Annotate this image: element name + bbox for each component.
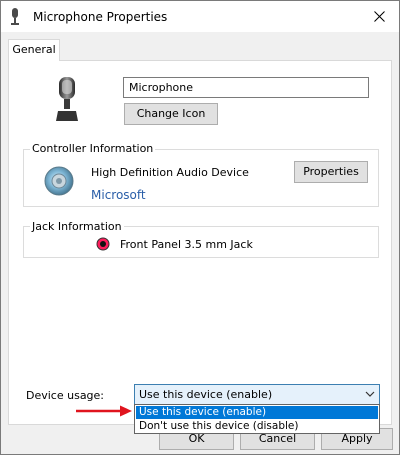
- microphone-properties-window: Microphone Properties General Change Ico…: [0, 0, 400, 455]
- tab-general[interactable]: General: [8, 39, 60, 61]
- controller-vendor-link[interactable]: Microsoft: [91, 188, 146, 202]
- device-usage-option-disable[interactable]: Don't use this device (disable): [136, 420, 378, 433]
- window-title: Microphone Properties: [33, 10, 168, 24]
- device-usage-selected-value: Use this device (enable): [139, 388, 273, 401]
- device-usage-select[interactable]: Use this device (enable): [134, 384, 380, 405]
- jack-name: Front Panel 3.5 mm Jack: [120, 238, 253, 251]
- close-button[interactable]: [359, 1, 399, 31]
- controller-properties-button[interactable]: Properties: [294, 161, 368, 183]
- close-icon: [373, 10, 385, 22]
- microphone-device-icon: [56, 77, 78, 121]
- controller-device-name: High Definition Audio Device: [91, 166, 249, 179]
- red-arrow-icon: [76, 405, 132, 417]
- jack-information-label: Jack Information: [30, 220, 124, 233]
- title-bar[interactable]: Microphone Properties: [1, 1, 399, 32]
- audio-device-icon: [44, 166, 74, 196]
- device-usage-label: Device usage:: [26, 389, 105, 402]
- microphone-icon: [11, 8, 19, 25]
- chevron-down-icon: [365, 391, 375, 397]
- jack-color-icon: [96, 237, 110, 251]
- controller-information-label: Controller Information: [30, 142, 156, 155]
- device-usage-option-enable[interactable]: Use this device (enable): [136, 406, 378, 419]
- device-name-field[interactable]: [123, 77, 369, 98]
- change-icon-button[interactable]: Change Icon: [124, 103, 218, 125]
- device-usage-dropdown-list: Use this device (enable) Don't use this …: [134, 404, 380, 434]
